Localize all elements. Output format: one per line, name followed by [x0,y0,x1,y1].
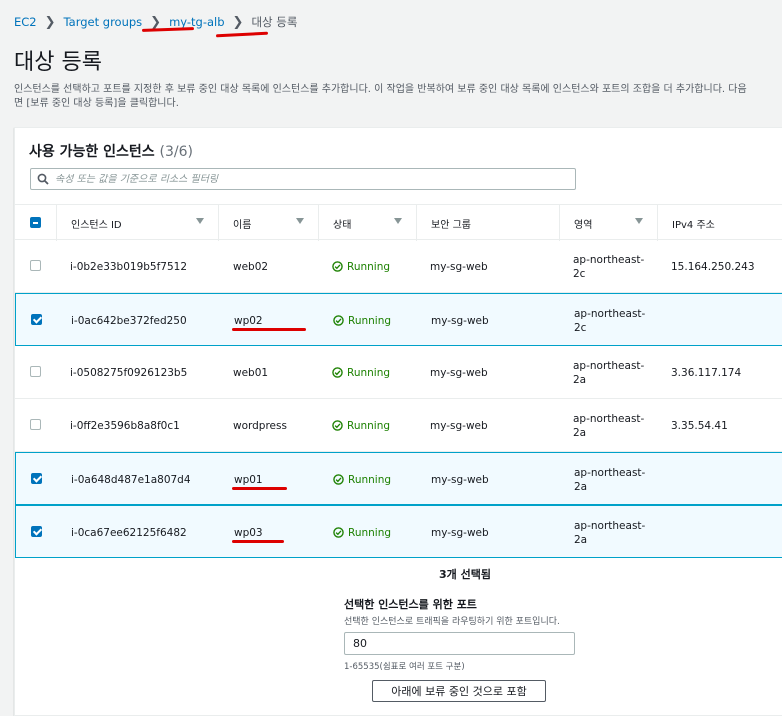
instance-name: web01 [233,366,269,379]
instance-name: wp02 [234,314,263,327]
header-select-all[interactable] [15,205,56,241]
availability-zone: ap-northeast- 2a [574,466,646,493]
port-range-hint: 1-65535(쉼표로 여러 포트 구분) [344,662,465,672]
security-group: my-sg-web [430,366,488,379]
check-circle-icon [333,527,344,538]
table-row[interactable]: i-0ff2e3596b8a8f0c1 wordpress Running my-sg… [15,399,782,452]
security-group: my-sg-web [430,260,488,273]
panel-title: 사용 가능한 인스턴스 (3/6) [29,144,194,160]
page-description: 인스턴스를 선택하고 포트를 지정한 후 보류 중인 대상 목록에 인스턴스를 … [14,84,747,109]
breadcrumb-ec2[interactable]: EC2 [14,15,37,29]
instance-status: Running [332,240,390,293]
select-all-checkbox[interactable] [30,217,41,228]
filter-search-box[interactable] [30,168,576,190]
instance-id: i-0b2e33b019b5f7512 [70,260,188,273]
row-checkbox[interactable] [30,366,41,377]
annotation-underline [215,31,269,38]
column-status[interactable]: 상태 [318,205,416,241]
port-input[interactable] [344,632,575,655]
chevron-right-icon: ❯ [232,14,244,30]
column-ipv4[interactable]: IPv4 주소 [657,205,782,241]
page-title: 대상 등록 [14,50,102,75]
row-checkbox[interactable] [31,526,42,537]
instance-id: i-0508275f0926123b5 [70,366,188,379]
table-row[interactable]: i-0ac642be372fed250 wp02 Running my-sg-web a… [15,293,782,346]
security-group: my-sg-web [431,473,489,486]
ipv4-address: 15.164.250.243 [671,260,755,273]
table-row[interactable]: i-0ca67ee62125f6482 wp03 Running my-sg-web a… [15,505,782,558]
check-circle-icon [332,261,343,272]
annotation-underline [141,27,195,32]
port-label: 선택한 인스턴스를 위한 포트 [344,598,477,611]
sort-caret-icon[interactable] [635,218,643,224]
availability-zone: ap-northeast- 2a [574,519,646,546]
availability-zone: ap-northeast- 2a [573,412,645,439]
available-instances-panel: 사용 가능한 인스턴스 (3/6) 인스턴스 ID 이름 상태 보안 그룹 영역 [14,127,782,716]
table-row[interactable]: i-0a648d487e1a807d4 wp01 Running my-sg-web a… [15,452,782,505]
row-checkbox[interactable] [30,260,41,271]
instance-status: Running [333,294,391,347]
instance-id: i-0ca67ee62125f6482 [71,526,187,539]
row-checkbox[interactable] [31,314,42,325]
table-header: 인스턴스 ID 이름 상태 보안 그룹 영역 IPv4 주소 [15,204,782,241]
instance-name: wordpress [233,419,287,432]
instance-status: Running [332,346,390,399]
annotation-underline [232,487,287,490]
column-zone[interactable]: 영역 [559,205,657,241]
sort-caret-icon[interactable] [394,218,402,224]
sort-caret-icon[interactable] [296,218,304,224]
column-name[interactable]: 이름 [218,205,318,241]
ipv4-address: 3.36.117.174 [671,366,742,379]
check-circle-icon [332,420,343,431]
breadcrumb-target-groups[interactable]: Target groups [64,15,143,29]
column-security-group[interactable]: 보안 그룹 [416,205,559,241]
instance-name: wp03 [234,526,263,539]
chevron-right-icon: ❯ [44,14,56,30]
breadcrumb-current: 대상 등록 [251,15,298,29]
instance-id: i-0ac642be372fed250 [71,314,187,327]
include-as-pending-button[interactable]: 아래에 보류 중인 것으로 포함 [372,680,546,702]
instance-name: wp01 [234,473,263,486]
search-icon [37,173,49,185]
ipv4-address: 3.35.54.41 [671,419,728,432]
instance-status: Running [333,453,391,506]
row-checkbox[interactable] [30,419,41,430]
search-input[interactable] [55,173,555,185]
instance-name: web02 [233,260,269,273]
annotation-underline [232,328,306,331]
check-circle-icon [332,367,343,378]
port-help-text: 선택한 인스턴스로 트래픽을 라우팅하기 위한 포트입니다. [344,617,560,627]
table-row[interactable]: i-0b2e33b019b5f7512 web02 Running my-sg-web… [15,240,782,293]
availability-zone: ap-northeast- 2a [573,359,645,386]
instance-status: Running [332,399,390,452]
instance-id: i-0a648d487e1a807d4 [71,473,191,486]
availability-zone: ap-northeast- 2c [573,253,645,280]
instance-id: i-0ff2e3596b8a8f0c1 [70,419,180,432]
sort-caret-icon[interactable] [196,218,204,224]
annotation-underline [232,540,284,543]
security-group: my-sg-web [430,419,488,432]
instance-count: (3/6) [159,144,194,160]
instance-status: Running [333,506,391,559]
check-circle-icon [333,474,344,485]
port-section: 선택한 인스턴스를 위한 포트 선택한 인스턴스로 트래픽을 라우팅하기 위한 … [344,596,575,672]
security-group: my-sg-web [431,314,489,327]
row-checkbox[interactable] [31,473,42,484]
table-row[interactable]: i-0508275f0926123b5 web01 Running my-sg-web… [15,346,782,399]
availability-zone: ap-northeast- 2c [574,307,646,334]
security-group: my-sg-web [431,526,489,539]
selected-count: 3개 선택됨 [439,568,491,581]
check-circle-icon [333,315,344,326]
chevron-right-icon: ❯ [150,14,162,30]
column-instance-id[interactable]: 인스턴스 ID [56,205,218,241]
